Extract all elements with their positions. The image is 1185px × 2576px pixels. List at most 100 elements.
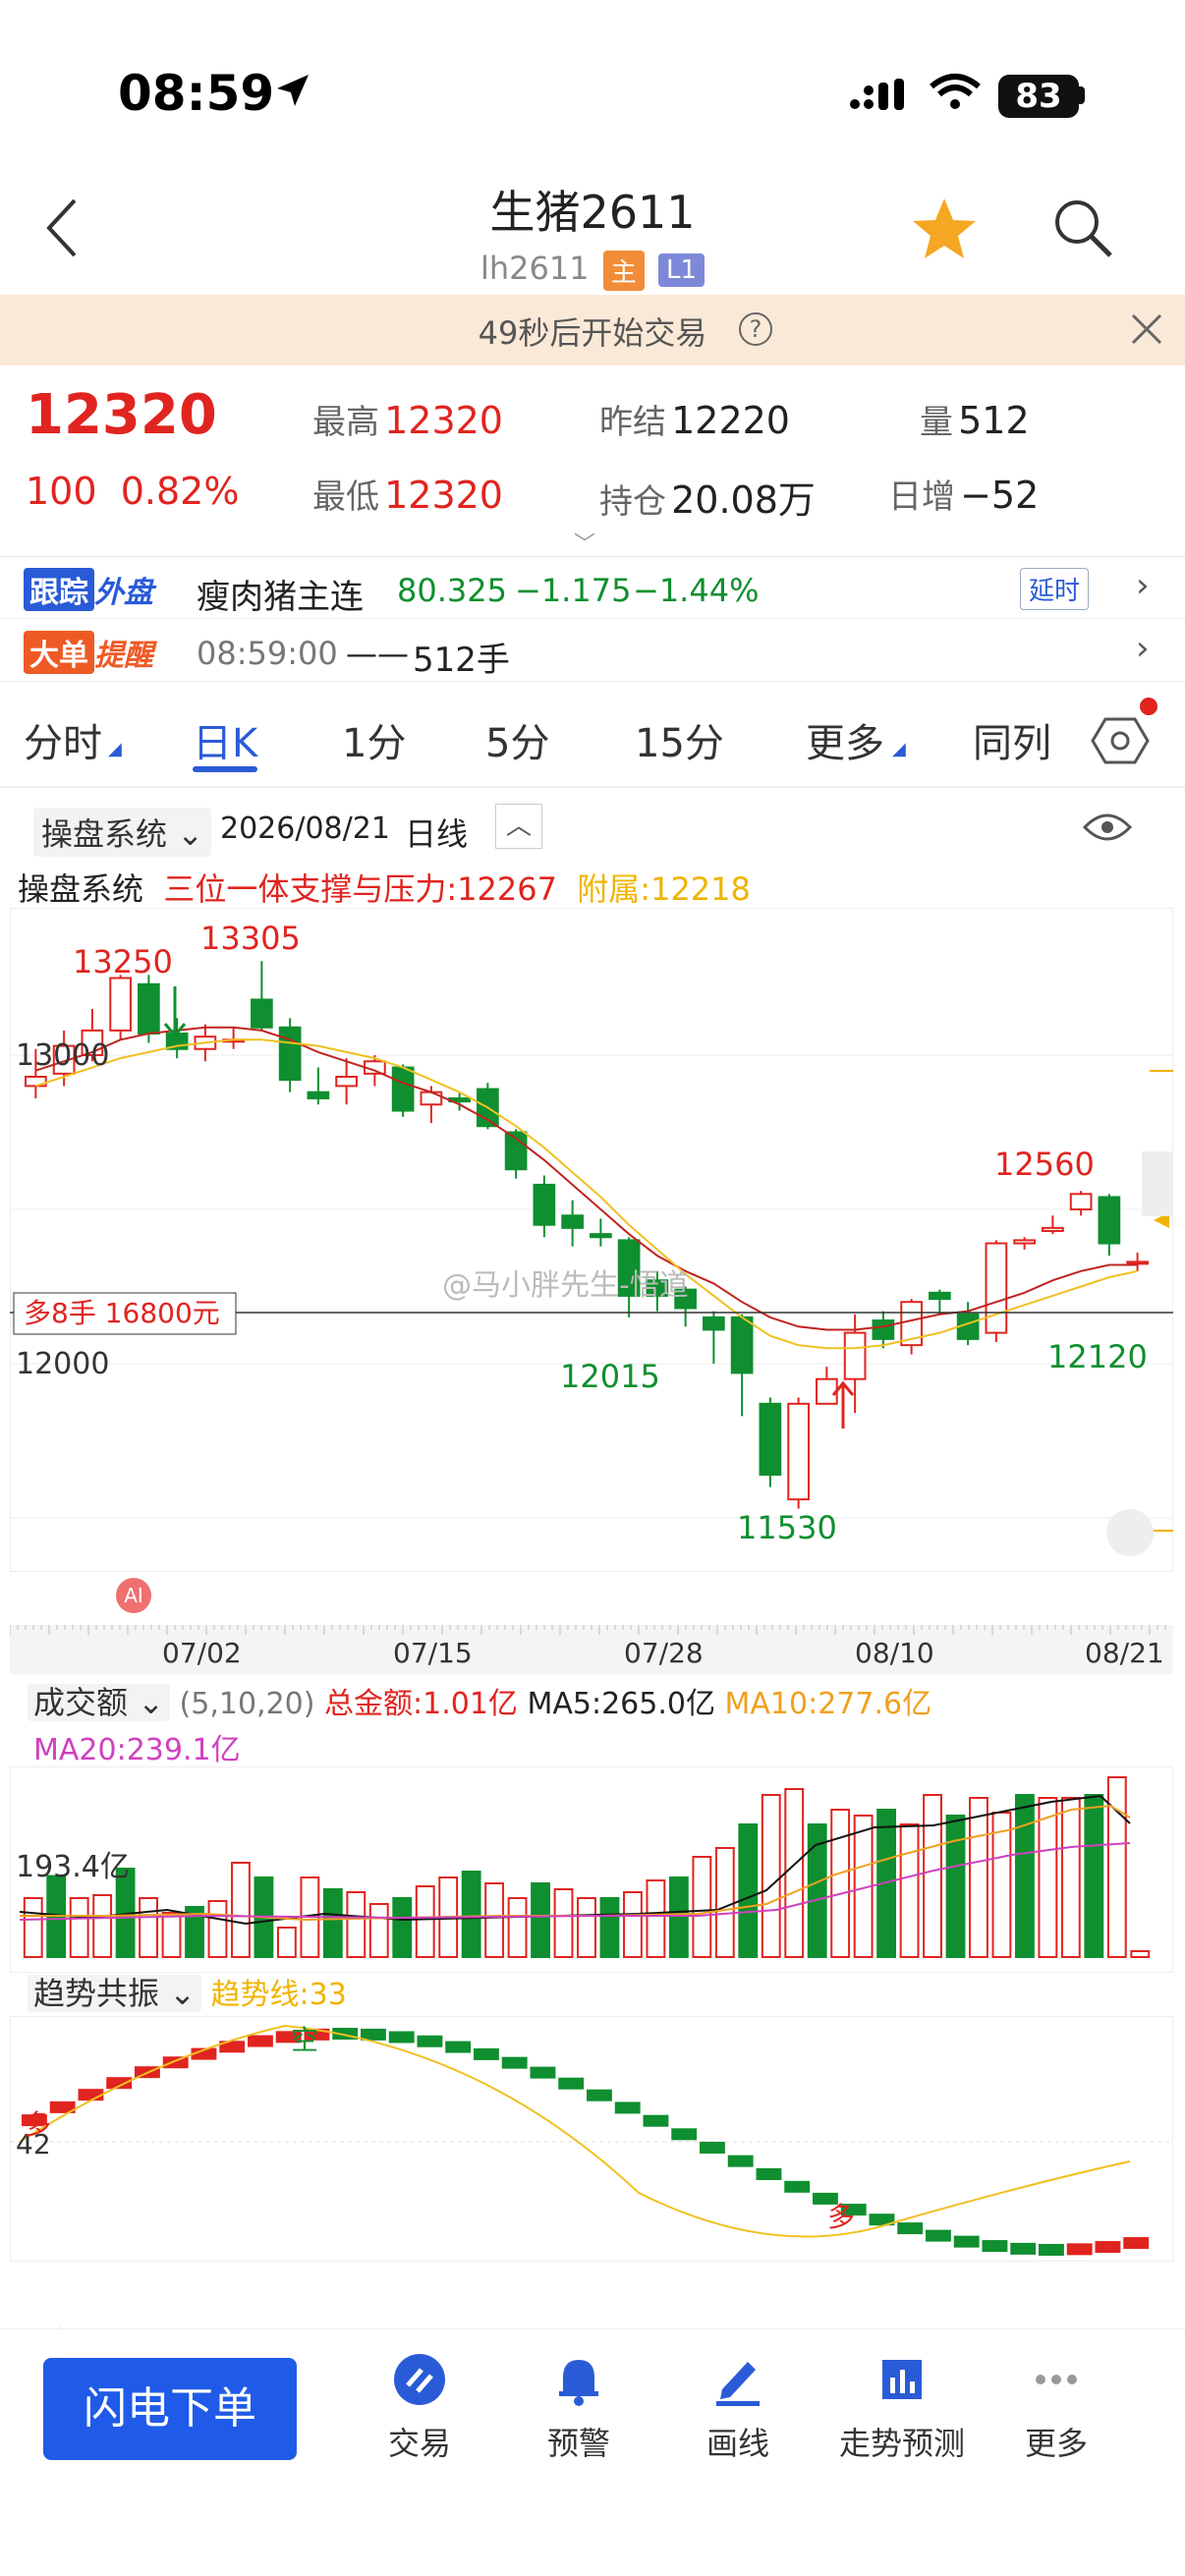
- candle-body: [391, 1066, 415, 1112]
- notification-dot: [1140, 698, 1157, 715]
- trend-step: [926, 2229, 951, 2242]
- collapse-button[interactable]: ︿: [495, 804, 542, 849]
- settings-hexagon-icon[interactable]: [1091, 711, 1150, 770]
- big-order-row[interactable]: 大单 提醒 08:59:00 —— 512手 ›: [0, 621, 1185, 682]
- nav-draw[interactable]: 画线: [664, 2352, 812, 2464]
- volume-bar: [1038, 1797, 1058, 1958]
- trend-step: [1095, 2241, 1121, 2254]
- nav-more[interactable]: 更多: [983, 2352, 1130, 2464]
- eye-icon[interactable]: [1083, 810, 1132, 845]
- date-tick: 08/21: [1085, 1637, 1164, 1669]
- tab-5min[interactable]: 5分: [485, 711, 549, 768]
- date-axis: 07/02 07/15 07/28 08/10 08/21: [10, 1625, 1173, 1674]
- indicator-support: 三位一体支撑与压力:12267: [163, 870, 557, 908]
- volume-chart[interactable]: 193.4亿: [10, 1766, 1173, 1973]
- prev-value: 12220: [671, 399, 790, 442]
- system-dropdown[interactable]: 操盘系统 ⌄: [33, 808, 211, 857]
- candlestick-chart[interactable]: 13000 12000 13250 13305 12560 12015 1153…: [10, 908, 1173, 1572]
- favorite-star-icon[interactable]: [910, 195, 979, 263]
- volume-bar: [646, 1879, 666, 1958]
- volume-legend: 成交额 ⌄ (5,10,20) 总金额:1.01亿 MA5:265.0亿 MA1…: [28, 1678, 931, 1723]
- price-change: 100 0.82%: [26, 470, 239, 513]
- low-value: 12320: [384, 474, 503, 517]
- volume-bar: [923, 1794, 942, 1958]
- trend-step: [1066, 2243, 1093, 2256]
- cellular-signal-icon: [850, 79, 904, 110]
- tab-same-series[interactable]: 同列: [973, 711, 1051, 768]
- chevron-right-icon: ›: [1136, 566, 1150, 605]
- close-icon[interactable]: [1130, 312, 1163, 346]
- candle-body: [985, 1242, 1008, 1334]
- trend-step: [671, 2128, 698, 2141]
- tab-daily-k[interactable]: 日K: [193, 711, 257, 768]
- tracking-change: −1.175: [515, 572, 632, 609]
- trend-step: [248, 2035, 273, 2047]
- candle-body: [138, 982, 160, 1036]
- prev-label: 昨结: [599, 403, 666, 442]
- tab-more[interactable]: 更多: [806, 711, 884, 768]
- tab-timeshare[interactable]: 分时: [24, 711, 102, 768]
- expand-chevron-icon[interactable]: ﹀: [574, 527, 595, 558]
- volume-bar: [1106, 1776, 1127, 1958]
- y-tick-12000: 12000: [16, 1347, 109, 1381]
- flash-order-button[interactable]: 闪电下单: [43, 2358, 297, 2460]
- chart-date: 2026/08/21: [220, 812, 390, 846]
- tab-1min[interactable]: 1分: [342, 711, 406, 768]
- tracking-badge-label: 跟踪: [24, 568, 94, 611]
- volume-ma20: MA20:239.1亿: [33, 1733, 241, 1767]
- bigorder-qty: 512手: [413, 641, 510, 680]
- volume-bar: [1130, 1950, 1151, 1958]
- candle-body: [420, 1091, 443, 1106]
- tracking-price: 80.325: [397, 572, 507, 609]
- volume-bar: [207, 1900, 228, 1958]
- candle-body: [816, 1377, 838, 1405]
- prev-settle-field: 昨结 12220: [599, 395, 790, 443]
- volume-total: 总金额:1.01亿: [324, 1687, 518, 1721]
- trend-step: [162, 2056, 189, 2069]
- trend-dropdown[interactable]: 趋势共振 ⌄: [28, 1975, 201, 2012]
- bigorder-dash: ——: [346, 635, 409, 672]
- high-label-13250: 13250: [73, 943, 173, 980]
- high-value: 12320: [384, 399, 503, 442]
- trend-step: [474, 2047, 499, 2060]
- candle-body: [787, 1402, 810, 1501]
- volume-bar: [161, 1912, 182, 1958]
- contract-subtitle: lh2611 主 L1: [0, 250, 1185, 291]
- volume-y-label: 193.4亿: [16, 1850, 130, 1884]
- level-tag: L1: [657, 253, 705, 287]
- help-icon[interactable]: ?: [739, 312, 772, 346]
- tracking-name: 瘦肉猪主连: [197, 578, 364, 617]
- candle-body: [759, 1402, 782, 1477]
- trend-legend: 趋势共振 ⌄ 趋势线:33: [28, 1969, 347, 2014]
- nav-alert[interactable]: 预警: [505, 2352, 652, 2464]
- candle-body: [278, 1026, 302, 1082]
- volume-bar: [322, 1888, 343, 1958]
- trend-marker-long: 多: [24, 2108, 51, 2141]
- vol-label: 量: [920, 403, 953, 442]
- volume-name: 成交额: [33, 1684, 129, 1721]
- volume-bar: [945, 1815, 966, 1958]
- trend-chart[interactable]: 42 多 空 多: [10, 2016, 1173, 2262]
- nav-trade[interactable]: 交易: [346, 2352, 493, 2464]
- dropdown-corner-icon: ◢: [892, 739, 906, 759]
- oi-label: 持仓: [599, 482, 666, 522]
- volume-dropdown[interactable]: 成交额 ⌄: [28, 1684, 170, 1721]
- nav-forecast[interactable]: 走势预测: [823, 2352, 981, 2464]
- candle-body: [1069, 1193, 1093, 1210]
- tab-15min[interactable]: 15分: [635, 711, 724, 768]
- trend-marker-long2: 多: [827, 2201, 855, 2233]
- volume-bar: [276, 1927, 297, 1958]
- volume-bar: [784, 1788, 805, 1958]
- search-icon[interactable]: [1051, 196, 1114, 259]
- battery-indicator: 83: [998, 75, 1079, 118]
- location-arrow-icon: [277, 75, 309, 106]
- open-interest-field: 持仓 20.08万: [599, 470, 816, 524]
- ai-badge[interactable]: AI: [116, 1578, 151, 1613]
- volume-bar: [1015, 1794, 1035, 1958]
- foreign-tracking-row[interactable]: 跟踪 外盘 瘦肉猪主连 80.325 −1.175 −1.44% 延时 ›: [0, 558, 1185, 619]
- date-tick: 07/15: [393, 1637, 473, 1669]
- trend-step: [501, 2056, 528, 2069]
- change-value: 100: [26, 470, 97, 513]
- nav-more-label: 更多: [1024, 2425, 1088, 2462]
- trend-step: [388, 2031, 415, 2044]
